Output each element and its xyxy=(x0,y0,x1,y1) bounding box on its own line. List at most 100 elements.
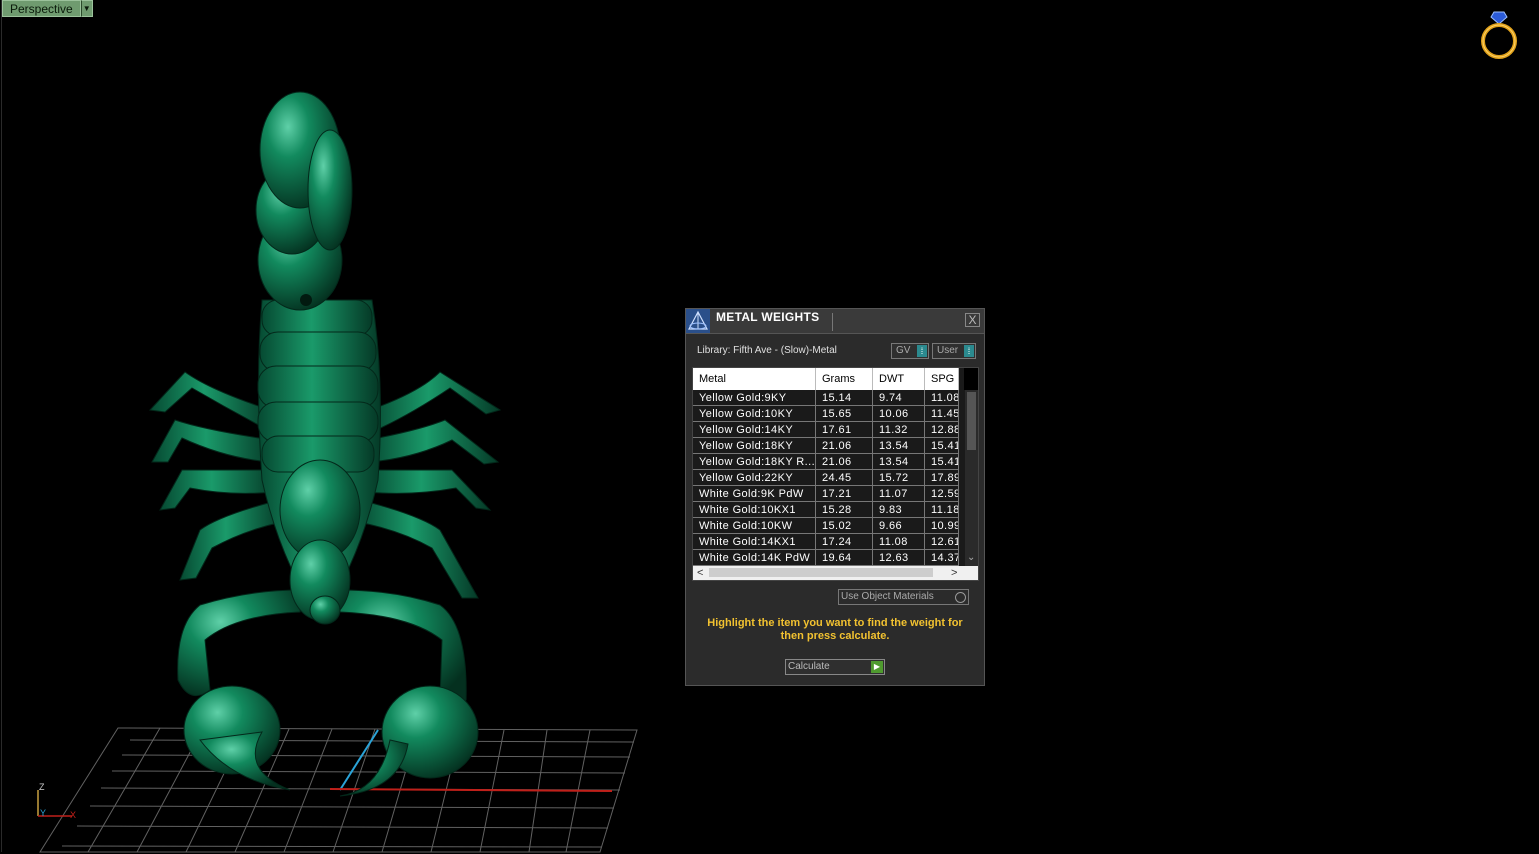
use-object-materials-toggle[interactable]: Use Object Materials xyxy=(838,589,969,605)
table-row[interactable]: White Gold:9K PdW 17.21 11.07 12.59 xyxy=(693,485,959,502)
cell-grams: 15.02 xyxy=(815,517,873,534)
close-button[interactable]: X xyxy=(965,313,980,327)
calculate-button[interactable]: Calculate ▶ xyxy=(785,659,885,675)
cell-metal: Yellow Gold:18KY R... xyxy=(693,453,816,470)
vertical-scroll-thumb[interactable] xyxy=(967,392,976,450)
axis-gizmo: Z Y X xyxy=(32,780,82,833)
cell-spg: 11.45 xyxy=(924,405,959,422)
user-select[interactable]: User ⁞ xyxy=(932,343,976,359)
dialog-titlebar[interactable]: METAL WEIGHTS X xyxy=(686,309,984,334)
table-header-corner xyxy=(964,368,978,390)
tail-stinger xyxy=(300,294,312,306)
chevron-down-icon[interactable]: ▼ xyxy=(80,0,93,17)
cell-metal: White Gold:10KW xyxy=(693,517,816,534)
table-row[interactable]: White Gold:10KX1 15.28 9.83 11.18 xyxy=(693,501,959,518)
cell-grams: 15.28 xyxy=(815,501,873,518)
cell-metal: White Gold:14K PdW xyxy=(693,549,816,566)
cell-dwt: 15.72 xyxy=(872,469,925,486)
cell-dwt: 10.06 xyxy=(872,405,925,422)
cell-dwt: 13.54 xyxy=(872,453,925,470)
title-divider xyxy=(832,313,833,331)
table-row[interactable]: Yellow Gold:10KY 15.65 10.06 11.45 xyxy=(693,405,959,422)
cell-spg: 14.37 xyxy=(924,549,959,566)
metal-weights-dialog: METAL WEIGHTS X Library: Fifth Ave - (Sl… xyxy=(685,308,985,686)
cell-grams: 17.24 xyxy=(815,533,873,550)
table-row[interactable]: White Gold:14KX1 17.24 11.08 12.61 xyxy=(693,533,959,550)
instruction-text: Highlight the item you want to find the … xyxy=(707,617,963,642)
scorpion-tail xyxy=(255,91,353,311)
chevron-right-icon[interactable]: > xyxy=(951,566,957,580)
ring-icon[interactable] xyxy=(1478,8,1520,62)
cell-dwt: 9.74 xyxy=(872,390,925,406)
table-row[interactable]: White Gold:10KW 15.02 9.66 10.99 xyxy=(693,517,959,534)
calculate-label: Calculate xyxy=(788,661,830,672)
cell-dwt: 11.07 xyxy=(872,485,925,502)
x-axis-line xyxy=(329,788,613,792)
cell-grams: 15.65 xyxy=(815,405,873,422)
use-object-materials-label: Use Object Materials xyxy=(841,591,934,602)
user-select-value: User xyxy=(937,345,959,356)
cell-dwt: 11.32 xyxy=(872,421,925,438)
metal-table[interactable]: Metal Grams DWT SPG Yellow Gold:9KY 15.14… xyxy=(692,367,979,581)
cell-metal: Yellow Gold:22KY xyxy=(693,469,816,486)
unit-select[interactable]: GV ⁞ xyxy=(891,343,929,359)
cell-metal: Yellow Gold:18KY xyxy=(693,437,816,454)
play-arrow-icon[interactable]: ▶ xyxy=(871,661,883,673)
table-row[interactable]: Yellow Gold:9KY 15.14 9.74 11.08 xyxy=(693,390,959,406)
cell-dwt: 11.08 xyxy=(872,533,925,550)
cell-metal: White Gold:9K PdW xyxy=(693,485,816,502)
cell-dwt: 9.66 xyxy=(872,517,925,534)
cell-grams: 21.06 xyxy=(815,453,873,470)
metal-table-grid: Metal Grams DWT SPG Yellow Gold:9KY 15.14… xyxy=(693,368,959,566)
cell-dwt: 12.63 xyxy=(872,549,925,566)
toggle-knob-icon[interactable] xyxy=(955,592,966,603)
view-label-tab[interactable]: Perspective ▼ xyxy=(2,0,93,17)
column-header-metal[interactable]: Metal xyxy=(693,368,816,390)
cell-spg: 12.59 xyxy=(924,485,959,502)
horizontal-scrollbar[interactable]: < > xyxy=(693,566,978,580)
cell-metal: Yellow Gold:10KY xyxy=(693,405,816,422)
cell-grams: 21.06 xyxy=(815,437,873,454)
cell-grams: 15.14 xyxy=(815,390,873,406)
column-header-spg[interactable]: SPG xyxy=(924,368,959,390)
dropdown-arrow-icon[interactable]: ⁞ xyxy=(964,345,974,357)
table-row[interactable]: White Gold:14K PdW 19.64 12.63 14.37 xyxy=(693,549,959,566)
library-label: Library: Fifth Ave - (Slow)-Metal xyxy=(697,345,837,356)
chevron-down-icon[interactable]: ⌄ xyxy=(967,552,975,563)
vertical-scrollbar[interactable]: ⌄ xyxy=(965,390,978,566)
cell-metal: Yellow Gold:14KY xyxy=(693,421,816,438)
column-header-grams[interactable]: Grams xyxy=(815,368,873,390)
table-row[interactable]: Yellow Gold:18KY 21.06 13.54 15.41 xyxy=(693,437,959,454)
dropdown-arrow-icon[interactable]: ⁞ xyxy=(917,345,927,357)
cell-spg: 17.89 xyxy=(924,469,959,486)
cell-spg: 11.18 xyxy=(924,501,959,518)
axis-y-label: Y xyxy=(40,808,47,818)
cell-spg: 11.08 xyxy=(924,390,959,406)
cell-grams: 19.64 xyxy=(815,549,873,566)
table-row[interactable]: Yellow Gold:22KY 24.45 15.72 17.89 xyxy=(693,469,959,486)
app-logo-icon xyxy=(686,309,710,333)
axis-x-label: X xyxy=(70,810,77,820)
cell-dwt: 13.54 xyxy=(872,437,925,454)
cell-grams: 17.61 xyxy=(815,421,873,438)
view-label[interactable]: Perspective xyxy=(2,0,81,17)
table-row[interactable]: Yellow Gold:14KY 17.61 11.32 12.88 xyxy=(693,421,959,438)
cell-metal: White Gold:10KX1 xyxy=(693,501,816,518)
unit-select-value: GV xyxy=(896,345,911,356)
cell-grams: 17.21 xyxy=(815,485,873,502)
table-header-row: Metal Grams DWT SPG xyxy=(693,368,959,390)
axis-z-label: Z xyxy=(39,782,45,792)
cell-dwt: 9.83 xyxy=(872,501,925,518)
cell-metal: Yellow Gold:9KY xyxy=(693,390,816,406)
column-header-dwt[interactable]: DWT xyxy=(872,368,925,390)
cell-spg: 12.61 xyxy=(924,533,959,550)
scorpion-body xyxy=(257,299,381,625)
dialog-title: METAL WEIGHTS xyxy=(716,310,820,324)
horizontal-scroll-thumb[interactable] xyxy=(709,568,933,577)
cell-grams: 24.45 xyxy=(815,469,873,486)
cell-spg: 15.41 xyxy=(924,453,959,470)
cell-spg: 15.41 xyxy=(924,437,959,454)
chevron-left-icon[interactable]: < xyxy=(697,566,703,580)
table-row[interactable]: Yellow Gold:18KY R... 21.06 13.54 15.41 xyxy=(693,453,959,470)
cell-metal: White Gold:14KX1 xyxy=(693,533,816,550)
